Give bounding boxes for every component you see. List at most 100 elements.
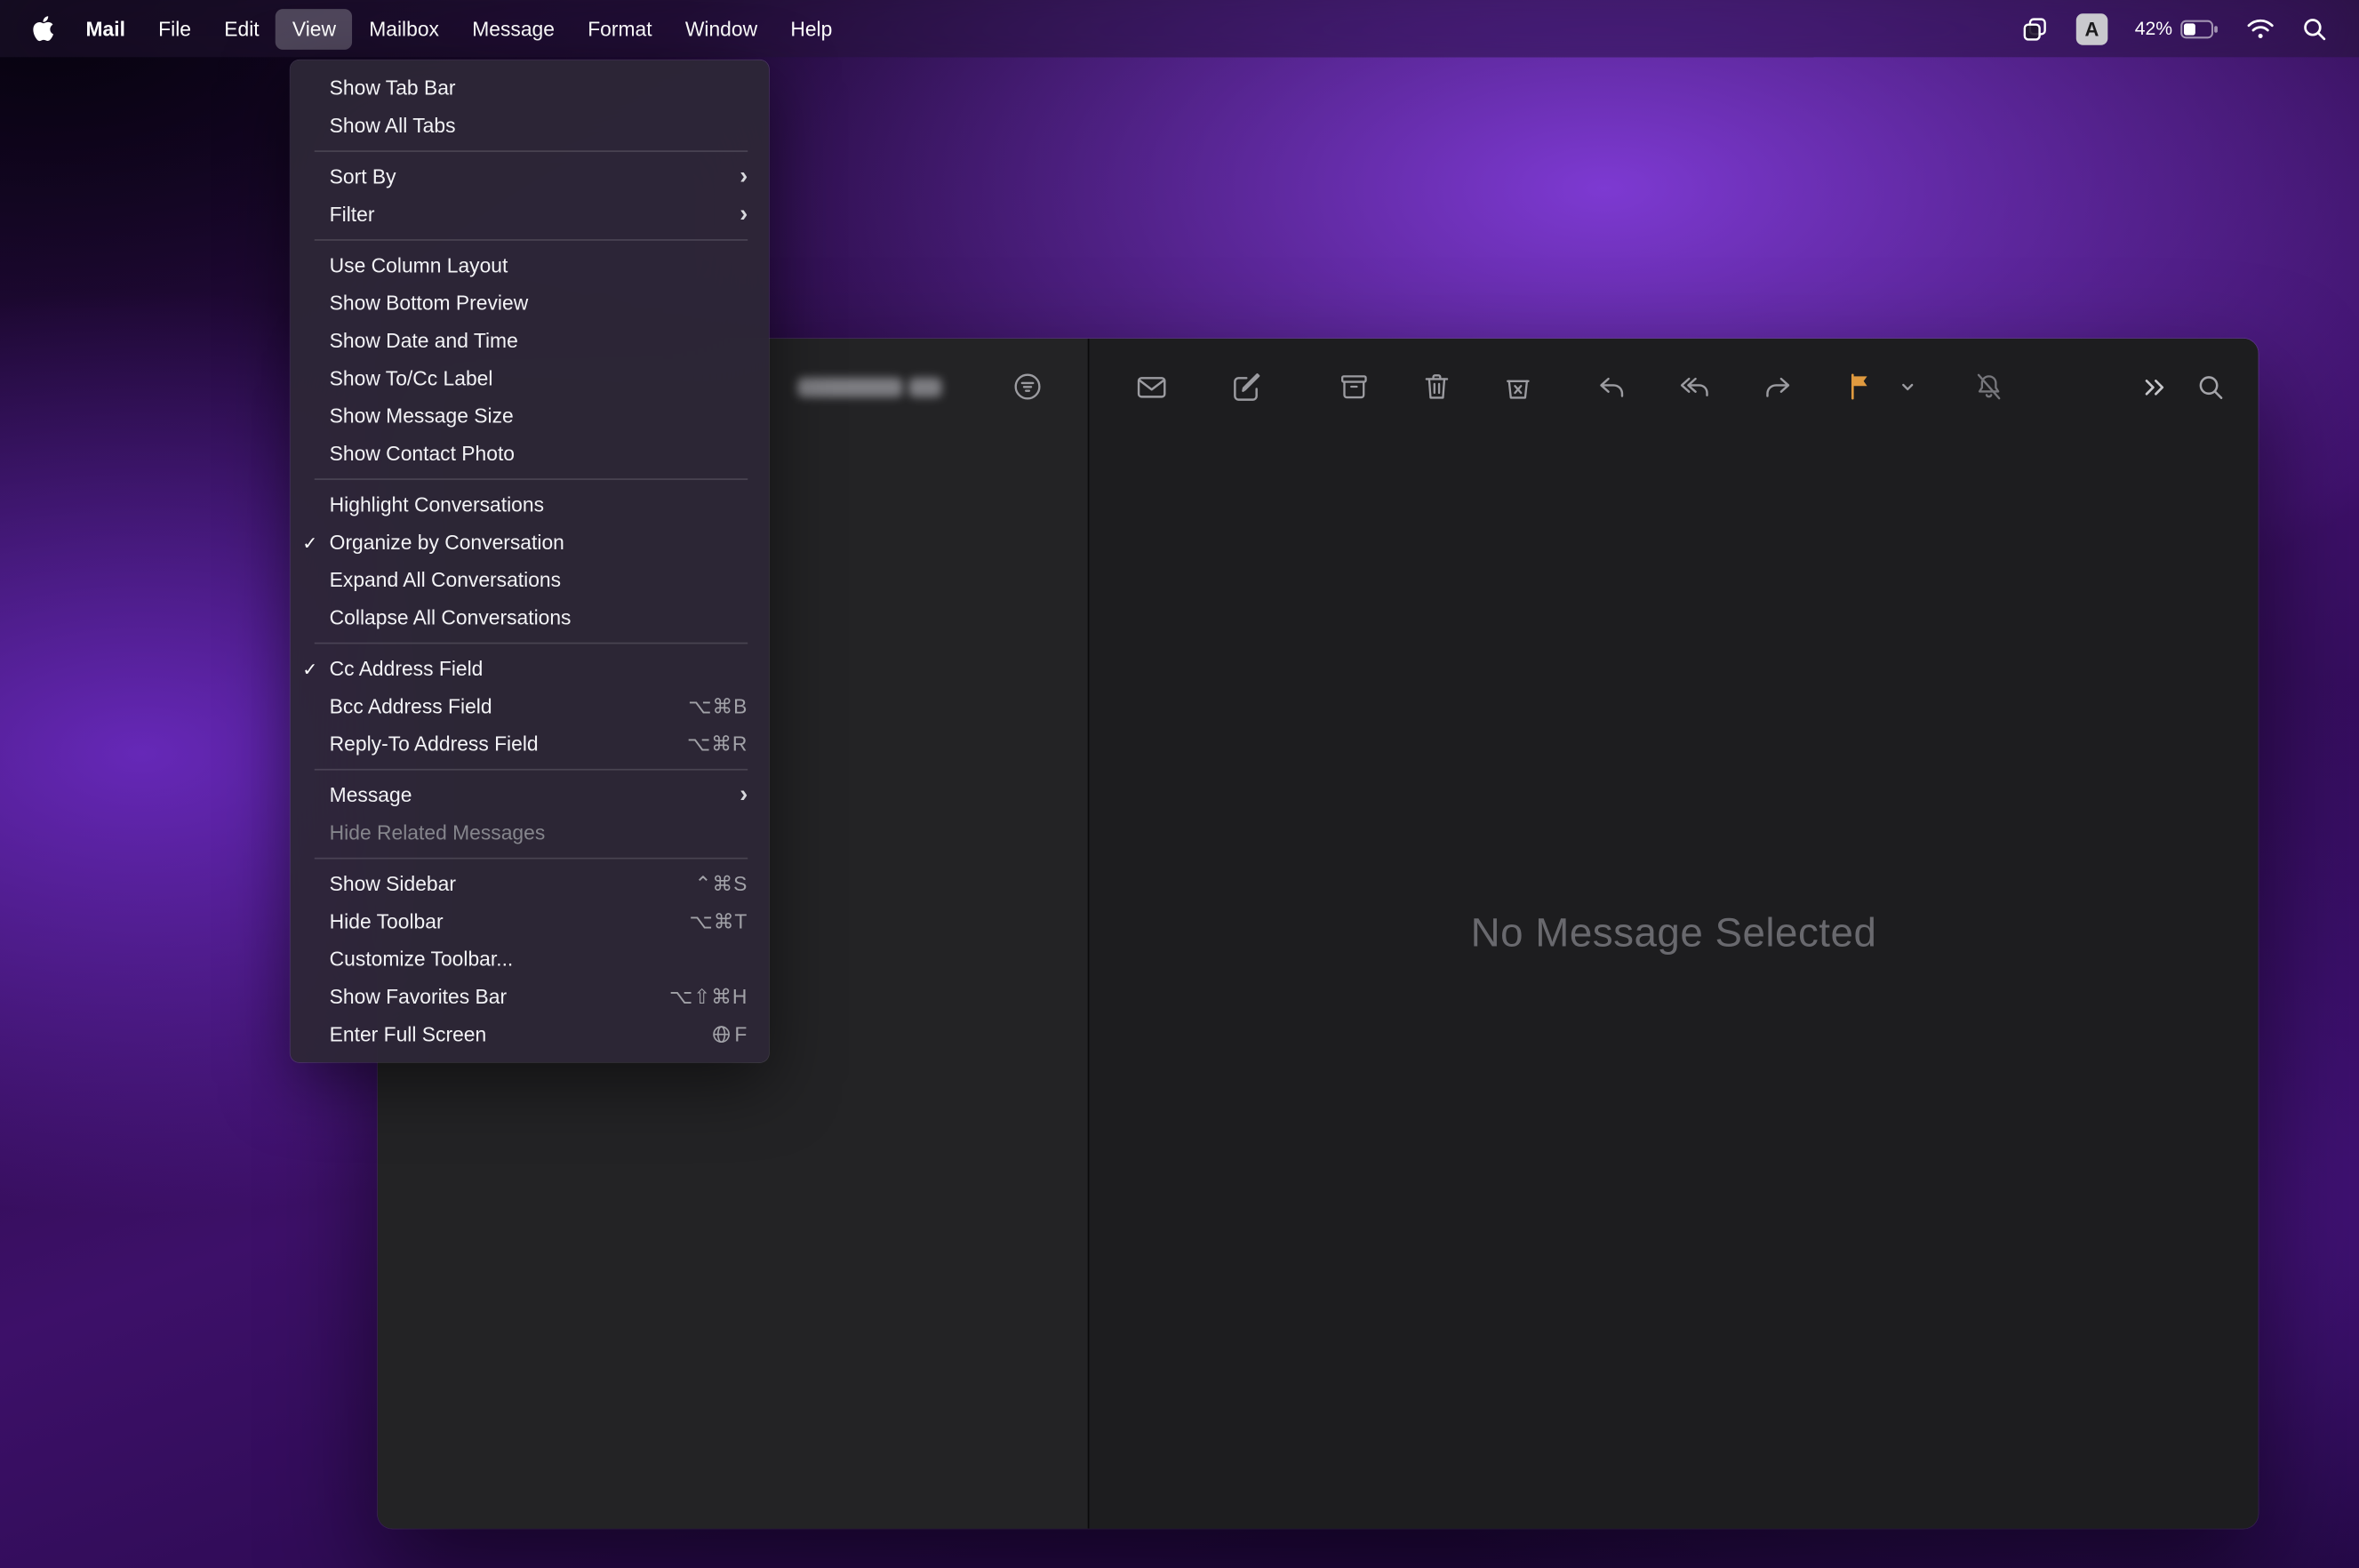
status-battery-menu[interactable]: 42% bbox=[2122, 8, 2233, 49]
message-view-pane: No Message Selected bbox=[1089, 339, 2258, 1529]
menu-message[interactable]: Message bbox=[456, 8, 572, 49]
forward-icon bbox=[1759, 370, 1794, 404]
status-wifi-menu[interactable] bbox=[2233, 8, 2289, 49]
battery-icon bbox=[2180, 19, 2219, 38]
delete-button[interactable] bbox=[1417, 367, 1456, 406]
menu-item-expand-all-conversations[interactable]: Expand All Conversations bbox=[291, 561, 769, 598]
menu-item-enter-full-screen[interactable]: Enter Full Screen F bbox=[291, 1016, 769, 1053]
menu-item-show-all-tabs[interactable]: Show All Tabs bbox=[291, 107, 769, 144]
menu-separator bbox=[315, 858, 748, 860]
menu-item-bcc-address-field[interactable]: Bcc Address Field ⌥⌘B bbox=[291, 688, 769, 725]
shortcut-label: ⌥⌘B bbox=[688, 694, 748, 718]
empty-state-text: No Message Selected bbox=[1471, 910, 1877, 956]
input-source-icon: A bbox=[2076, 12, 2108, 44]
menu-item-filter[interactable]: Filter › bbox=[291, 196, 769, 233]
submenu-chevron-icon: › bbox=[740, 783, 748, 807]
get-mail-button[interactable] bbox=[1132, 367, 1171, 406]
reply-all-icon bbox=[1676, 370, 1711, 404]
menu-item-collapse-all-conversations[interactable]: Collapse All Conversations bbox=[291, 599, 769, 636]
view-dropdown-menu: Show Tab Bar Show All Tabs Sort By › Fil… bbox=[291, 60, 769, 1062]
reply-all-button[interactable] bbox=[1675, 367, 1714, 406]
menu-item-organize-by-conversation[interactable]: ✓ Organize by Conversation bbox=[291, 524, 769, 561]
menu-item-show-tab-bar[interactable]: Show Tab Bar bbox=[291, 69, 769, 107]
desktop: Mail File Edit View Mailbox Message Form… bbox=[0, 0, 2359, 1568]
archive-button[interactable] bbox=[1334, 367, 1373, 406]
spotlight-search-icon bbox=[2302, 16, 2328, 42]
apple-logo-icon bbox=[32, 15, 54, 42]
forward-button[interactable] bbox=[1757, 367, 1796, 406]
shortcut-key: F bbox=[734, 1023, 748, 1045]
flag-icon bbox=[1843, 370, 1875, 403]
menu-item-show-date-and-time[interactable]: Show Date and Time bbox=[291, 322, 769, 359]
menu-item-use-column-layout[interactable]: Use Column Layout bbox=[291, 247, 769, 284]
redacted-mailbox-name bbox=[908, 378, 941, 397]
menu-item-reply-to-address-field[interactable]: Reply-To Address Field ⌥⌘R bbox=[291, 725, 769, 763]
trash-icon bbox=[1420, 370, 1453, 403]
menu-separator bbox=[315, 239, 748, 241]
status-input-source-menu[interactable]: A bbox=[2063, 8, 2122, 49]
menu-window[interactable]: Window bbox=[668, 8, 774, 49]
shortcut-label: ⌥⌘R bbox=[687, 732, 748, 756]
flag-button[interactable] bbox=[1840, 367, 1879, 406]
menu-item-show-favorites-bar[interactable]: Show Favorites Bar ⌥⇧⌘H bbox=[291, 978, 769, 1015]
junk-button[interactable] bbox=[1499, 367, 1538, 406]
toolbar-overflow-button[interactable] bbox=[2135, 367, 2174, 406]
menu-bar-left: Mail File Edit View Mailbox Message Form… bbox=[0, 8, 849, 49]
shortcut-label: F bbox=[712, 1023, 748, 1045]
bell-slash-icon bbox=[1972, 370, 2005, 403]
menu-help[interactable]: Help bbox=[774, 8, 849, 49]
double-chevron-icon bbox=[2139, 371, 2171, 403]
search-icon bbox=[2195, 371, 2227, 403]
archive-icon bbox=[1338, 370, 1371, 403]
filter-button[interactable] bbox=[1008, 367, 1047, 406]
menu-separator bbox=[315, 150, 748, 152]
menu-item-highlight-conversations[interactable]: Highlight Conversations bbox=[291, 486, 769, 524]
menu-bar-status: A 42% bbox=[2007, 8, 2359, 49]
menu-item-show-sidebar[interactable]: Show Sidebar ⌃⌘S bbox=[291, 865, 769, 902]
menu-separator bbox=[315, 478, 748, 480]
menu-item-hide-related-messages: Hide Related Messages bbox=[291, 814, 769, 852]
menu-item-cc-address-field[interactable]: ✓ Cc Address Field bbox=[291, 650, 769, 687]
chevron-down-icon bbox=[1897, 376, 1918, 397]
menu-separator bbox=[315, 769, 748, 771]
menu-view[interactable]: View bbox=[276, 8, 352, 49]
menu-item-message[interactable]: Message › bbox=[291, 776, 769, 813]
submenu-chevron-icon: › bbox=[740, 164, 748, 188]
menu-item-customize-toolbar[interactable]: Customize Toolbar... bbox=[291, 940, 769, 978]
menu-separator bbox=[315, 643, 748, 644]
menu-mail[interactable]: Mail bbox=[69, 8, 142, 49]
globe-icon bbox=[712, 1025, 732, 1044]
battery-percent: 42% bbox=[2135, 18, 2172, 39]
menu-item-show-message-size[interactable]: Show Message Size bbox=[291, 397, 769, 435]
checkmark-icon: ✓ bbox=[291, 659, 330, 680]
checkmark-icon: ✓ bbox=[291, 532, 330, 553]
mute-button[interactable] bbox=[1970, 367, 2009, 406]
menu-format[interactable]: Format bbox=[572, 8, 669, 49]
menu-edit[interactable]: Edit bbox=[208, 8, 276, 49]
junk-icon bbox=[1501, 370, 1534, 403]
menu-file[interactable]: File bbox=[142, 8, 208, 49]
layers-icon bbox=[2020, 14, 2049, 43]
shortcut-label: ⌥⇧⌘H bbox=[669, 985, 748, 1009]
status-layers-menu[interactable] bbox=[2007, 8, 2063, 49]
reply-button[interactable] bbox=[1592, 367, 1631, 406]
filter-icon bbox=[1011, 370, 1044, 403]
shortcut-label: ⌃⌘S bbox=[694, 872, 748, 896]
menu-item-sort-by[interactable]: Sort By › bbox=[291, 158, 769, 196]
apple-menu[interactable] bbox=[18, 15, 69, 42]
menu-mailbox[interactable]: Mailbox bbox=[353, 8, 456, 49]
menu-bar: Mail File Edit View Mailbox Message Form… bbox=[0, 0, 2359, 57]
shortcut-label: ⌥⌘T bbox=[690, 909, 748, 933]
compose-icon bbox=[1228, 370, 1263, 404]
compose-button[interactable] bbox=[1226, 367, 1265, 406]
reply-icon bbox=[1594, 370, 1628, 404]
wifi-icon bbox=[2246, 17, 2275, 39]
menu-item-show-contact-photo[interactable]: Show Contact Photo bbox=[291, 435, 769, 472]
menu-item-show-to-cc-label[interactable]: Show To/Cc Label bbox=[291, 360, 769, 397]
redacted-mailbox-name bbox=[797, 378, 902, 397]
menu-item-hide-toolbar[interactable]: Hide Toolbar ⌥⌘T bbox=[291, 903, 769, 940]
search-button[interactable] bbox=[2190, 367, 2229, 406]
menu-item-show-bottom-preview[interactable]: Show Bottom Preview bbox=[291, 284, 769, 322]
status-spotlight-menu[interactable] bbox=[2288, 8, 2340, 49]
flag-options-button[interactable] bbox=[1894, 367, 1921, 406]
